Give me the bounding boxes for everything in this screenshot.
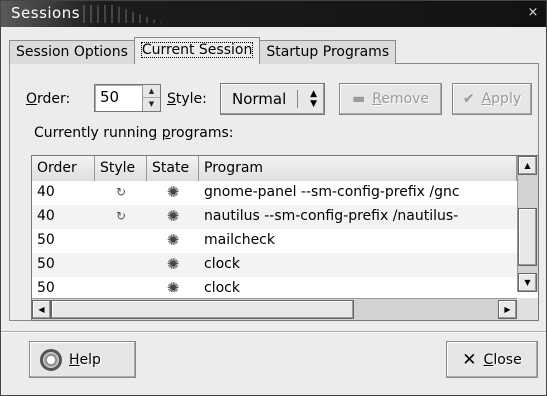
close-icon: ✕ [462,349,477,370]
gear-icon: ✺ [166,231,180,249]
restart-arrows-icon: ↻ [115,209,127,223]
spin-up-icon[interactable]: ▲ [143,85,160,98]
cell-order: 40 [37,208,55,224]
style-label: Style: [167,86,207,112]
tab-bar: Session Options Current Session Startup … [9,37,397,64]
titlebar[interactable]: Sessions × [1,1,546,27]
apply-label: Apply [481,91,522,107]
programs-table[interactable]: Order Style State Program 40 ↻ ✺ gnome-p… [31,155,539,321]
bottom-separator [1,331,546,333]
cell-order: 50 [37,256,55,272]
order-value[interactable]: 50 [100,88,119,106]
remove-label: Remove [372,91,430,107]
close-button[interactable]: ✕ Close [446,341,538,378]
table-row[interactable]: 50 ✺ clock [32,253,517,277]
table-body: 40 ↻ ✺ gnome-panel --sm-config-prefix /g… [32,181,517,292]
horizontal-scrollbar[interactable]: ◀ ▶ [32,298,517,320]
minus-icon: ▬ [351,91,366,107]
scroll-right-icon[interactable]: ▶ [498,300,517,319]
scroll-up-icon[interactable]: ▲ [518,156,537,175]
cell-style-empty [95,277,147,292]
table-row[interactable]: 40 ↻ ✺ nautilus --sm-config-prefix /naut… [32,205,517,229]
style-value: Normal [232,90,287,108]
gear-icon: ✺ [166,207,180,225]
style-combo-box[interactable]: Normal ▲ ▼ [220,83,325,115]
apply-button[interactable]: ✔ Apply [452,83,532,115]
cell-program: gnome-panel --sm-config-prefix /gnc [204,184,460,200]
help-button[interactable]: Help [29,341,136,378]
gear-icon: ✺ [166,279,180,292]
tab-session-options[interactable]: Session Options [9,40,135,64]
cell-program: clock [204,280,240,292]
column-header-state[interactable]: State [147,156,199,181]
order-label-mnemonic: O [26,91,38,107]
vertical-scrollbar[interactable]: ▲ ▼ [517,156,538,292]
column-header-style[interactable]: Style [95,156,147,181]
running-programs-label: Currently running programs: [34,125,234,141]
remove-button[interactable]: ▬ Remove [339,83,442,115]
tab-label: Startup Programs [266,44,390,60]
titlebar-decoration [83,5,163,23]
combo-separator [297,90,298,108]
cell-style-empty [95,253,147,277]
gear-icon: ✺ [166,255,180,273]
close-label: Close [483,351,522,368]
table-header: Order Style State Program [32,156,517,181]
style-label-text: tyle: [175,91,207,107]
tab-current-session[interactable]: Current Session [133,37,261,64]
tab-label: Current Session [140,42,254,58]
cell-order: 40 [37,184,55,200]
scroll-left-icon[interactable]: ◀ [32,300,51,319]
table-row[interactable]: 50 ✺ clock [32,277,517,292]
scroll-down-icon[interactable]: ▼ [518,273,537,292]
order-label-text: rder: [37,91,71,107]
cell-order: 50 [37,280,55,292]
cell-order: 50 [37,232,55,248]
table-row[interactable]: 50 ✺ mailcheck [32,229,517,253]
vertical-scroll-thumb[interactable] [518,208,537,266]
help-label: Help [69,351,101,368]
cell-program: nautilus --sm-config-prefix /nautilus- [204,208,459,224]
cell-program: clock [204,256,240,272]
horizontal-scroll-thumb[interactable] [51,300,354,319]
column-header-program[interactable]: Program [199,156,517,181]
window-title: Sessions [11,4,81,22]
spin-down-icon[interactable]: ▼ [143,98,160,111]
window-close-icon[interactable]: × [524,4,542,22]
checkmark-icon: ✔ [462,91,475,107]
cell-program: mailcheck [204,232,275,248]
spin-buttons: ▲ ▼ [142,85,160,111]
restart-arrows-icon: ↻ [115,185,127,199]
lifebuoy-icon [40,348,62,371]
column-header-order[interactable]: Order [32,156,95,181]
tab-label: Session Options [16,44,128,60]
style-label-mnemonic: S [167,91,176,107]
table-row[interactable]: 40 ↻ ✺ gnome-panel --sm-config-prefix /g… [32,181,517,205]
order-label: Order: [26,86,70,112]
gear-icon: ✺ [166,183,180,201]
order-spin-button[interactable]: 50 ▲ ▼ [94,84,161,112]
combo-arrows-icon: ▲ ▼ [310,89,317,109]
cell-style-empty [95,229,147,253]
sessions-window: Sessions × Session Options Current Sessi… [0,0,547,396]
tab-startup-programs[interactable]: Startup Programs [259,40,397,64]
scroll-corner [517,298,538,320]
